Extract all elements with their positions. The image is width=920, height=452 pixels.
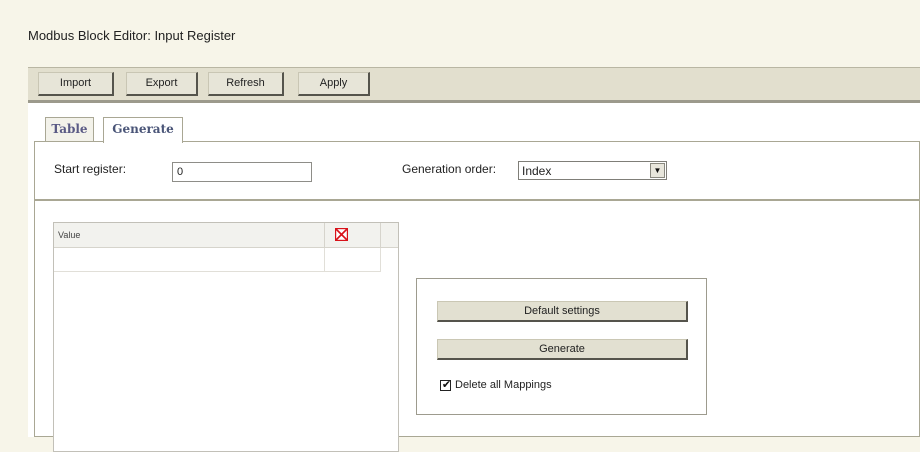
window-title: Modbus Block Editor: Input Register	[28, 28, 236, 43]
delete-x-icon[interactable]	[335, 228, 348, 241]
editor-content: Table Generate Start register: Generatio…	[28, 103, 920, 452]
generation-order-value: Index	[522, 164, 552, 178]
checkmark-icon: ✔	[441, 379, 452, 391]
generation-settings-row: Start register: Generation order: Index …	[35, 142, 919, 201]
delete-all-mappings-label: Delete all Mappings	[455, 379, 552, 391]
delete-cell[interactable]	[325, 248, 381, 272]
tab-table[interactable]: Table	[45, 117, 94, 141]
start-register-input[interactable]	[172, 162, 312, 182]
chevron-down-icon[interactable]: ▼	[650, 163, 665, 178]
grid-header: Value	[54, 223, 398, 248]
toolbar: Import Export Refresh Apply	[28, 67, 920, 103]
export-button[interactable]: Export	[126, 72, 198, 96]
generation-order-label: Generation order:	[402, 162, 497, 176]
apply-button[interactable]: Apply	[298, 72, 370, 96]
delete-all-mappings-checkbox[interactable]: ✔	[440, 379, 452, 391]
refresh-button[interactable]: Refresh	[208, 72, 284, 96]
generate-panel: Start register: Generation order: Index …	[34, 141, 920, 452]
start-register-label: Start register:	[54, 162, 127, 176]
value-column-header: Value	[54, 223, 325, 248]
value-cell[interactable]	[54, 248, 325, 272]
table-row[interactable]	[54, 248, 381, 272]
generate-button[interactable]: Generate	[437, 339, 688, 360]
tab-generate[interactable]: Generate	[103, 117, 183, 143]
default-settings-button[interactable]: Default settings	[437, 301, 688, 322]
generation-order-select[interactable]: Index ▼	[518, 161, 667, 180]
mapping-grid: Value	[53, 222, 399, 452]
generate-options-box: Default settings Generate ✔ Delete all M…	[416, 278, 707, 415]
delete-column-header	[325, 223, 381, 248]
import-button[interactable]: Import	[38, 72, 114, 96]
